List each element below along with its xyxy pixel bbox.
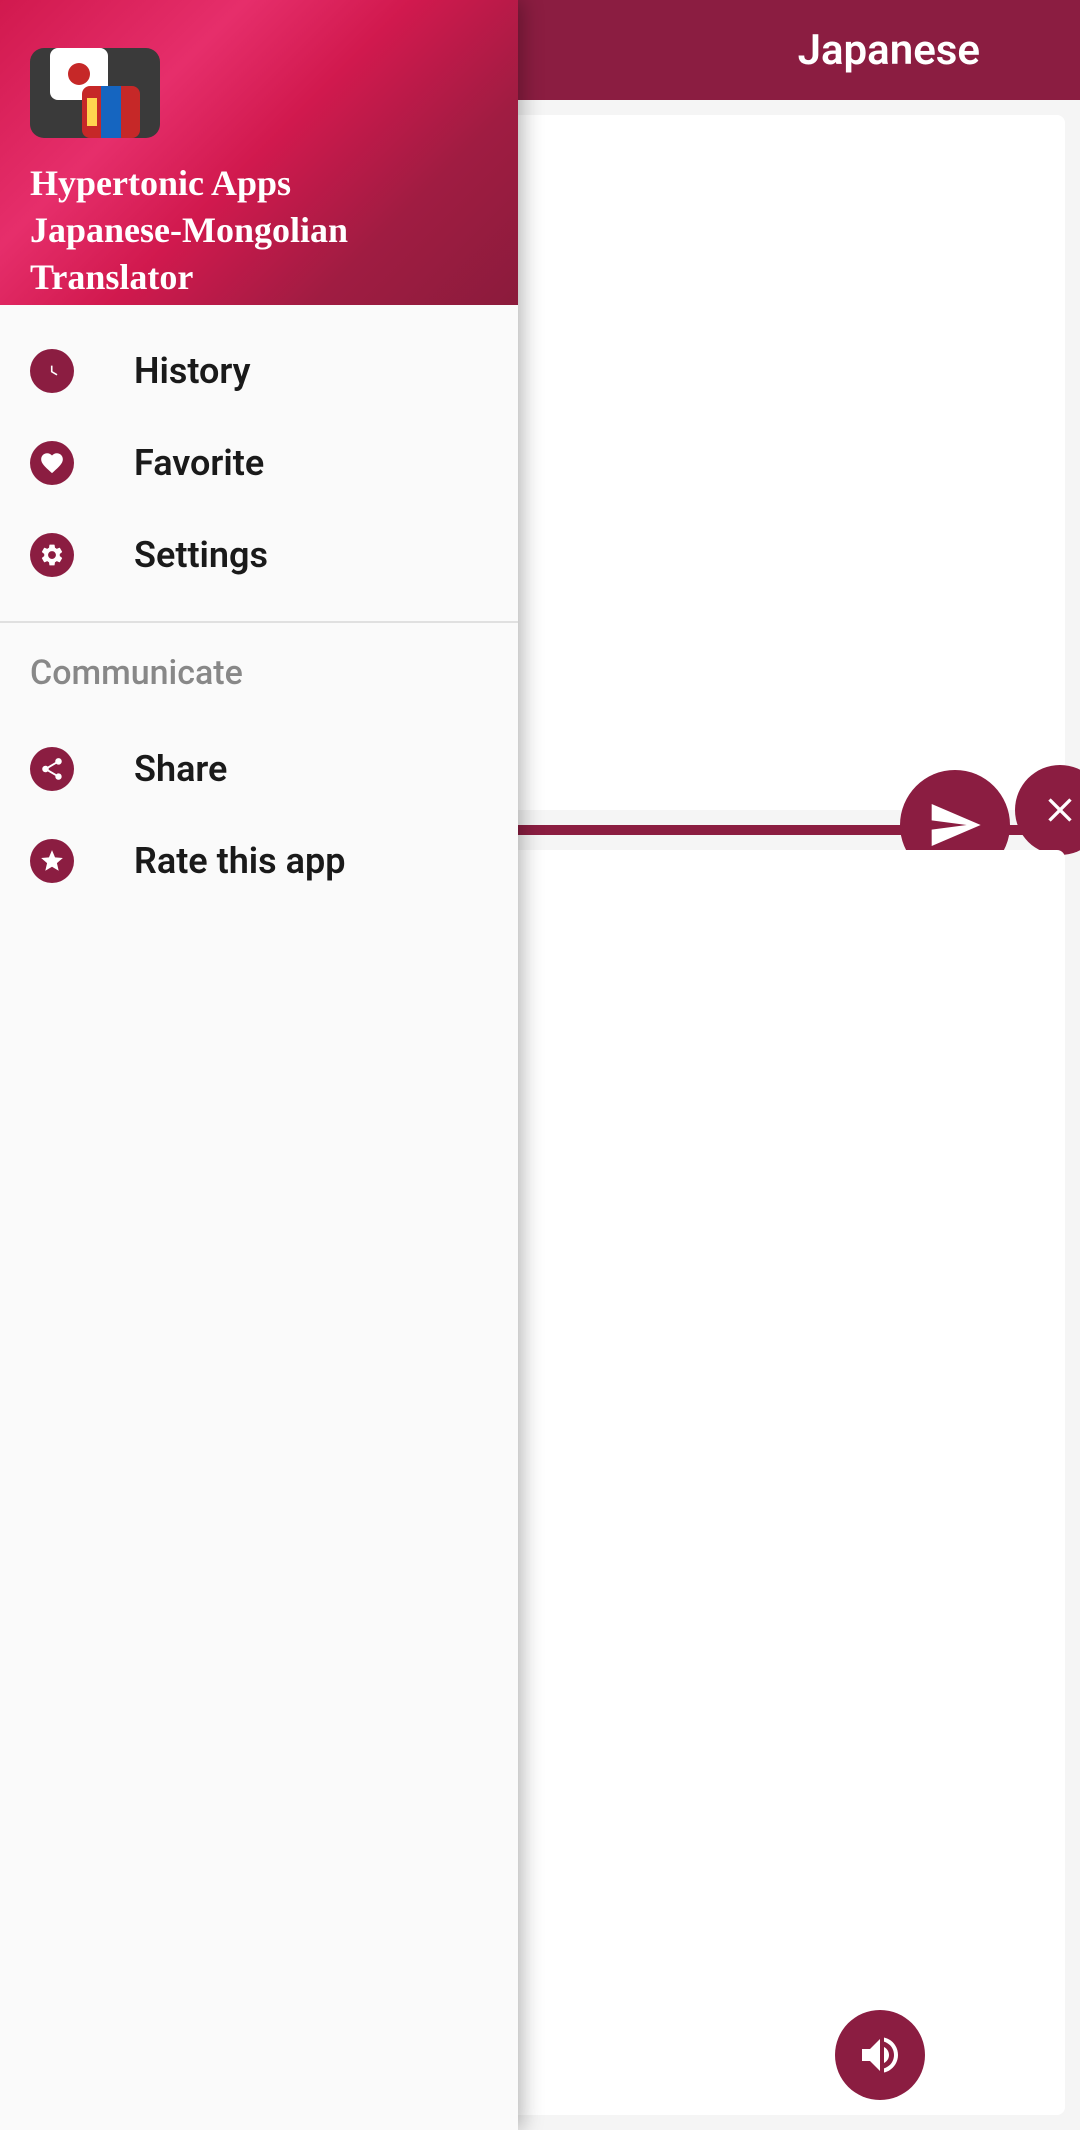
close-icon (1040, 790, 1080, 830)
app-publisher: Hypertonic Apps (30, 160, 488, 207)
speaker-icon (856, 2031, 904, 2079)
drawer-header: Hypertonic Apps Japanese-Mongolian Trans… (0, 0, 518, 305)
app-icon (30, 48, 160, 138)
menu-label: Share (134, 748, 227, 790)
menu-item-settings[interactable]: Settings (0, 509, 518, 601)
header-language-label[interactable]: Japanese (798, 26, 980, 75)
drawer-menu: History Favorite Settings (0, 305, 518, 621)
speak-button[interactable] (835, 2010, 925, 2100)
menu-label: Rate this app (134, 840, 345, 882)
menu-label: Settings (134, 534, 268, 576)
mongolia-flag-icon (82, 86, 140, 138)
gear-icon (30, 533, 74, 577)
app-name: Japanese-Mongolian Translator (30, 207, 488, 301)
heart-icon (30, 441, 74, 485)
history-icon (30, 349, 74, 393)
menu-item-favorite[interactable]: Favorite (0, 417, 518, 509)
star-icon (30, 839, 74, 883)
menu-item-rate[interactable]: Rate this app (0, 815, 518, 907)
share-icon (30, 747, 74, 791)
drawer-communicate-menu: Share Rate this app (0, 703, 518, 927)
send-icon (927, 797, 983, 853)
menu-item-share[interactable]: Share (0, 723, 518, 815)
section-title-communicate: Communicate (0, 623, 518, 703)
menu-label: History (134, 350, 251, 392)
drawer-title: Hypertonic Apps Japanese-Mongolian Trans… (30, 160, 488, 300)
menu-label: Favorite (134, 442, 264, 484)
navigation-drawer: Hypertonic Apps Japanese-Mongolian Trans… (0, 0, 518, 2130)
clear-button[interactable] (1015, 765, 1080, 855)
menu-item-history[interactable]: History (0, 325, 518, 417)
